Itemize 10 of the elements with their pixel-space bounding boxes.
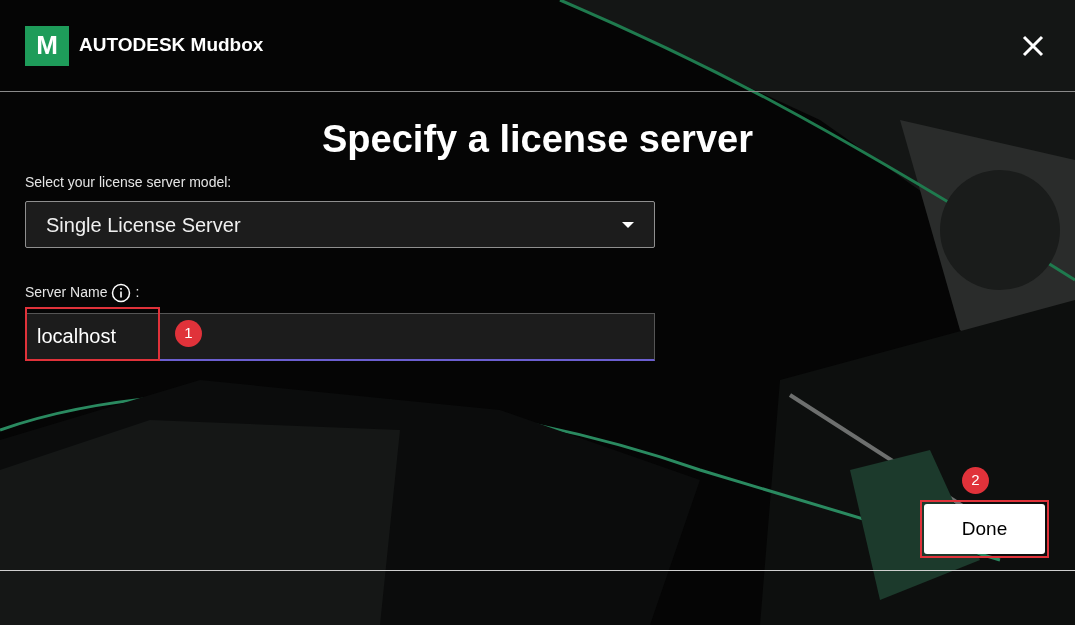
info-icon[interactable]: [111, 282, 132, 303]
model-dropdown[interactable]: Single License Server: [25, 201, 655, 248]
dialog-title: Specify a license server: [322, 117, 753, 162]
field-label-colon: :: [135, 283, 140, 302]
brand-name: AUTODESK Mudbox: [79, 33, 264, 58]
logo-icon: M: [25, 25, 69, 66]
field-label: Select your license server model:: [25, 173, 233, 192]
field-label: Server Name: [25, 283, 108, 302]
done-button[interactable]: Done: [924, 504, 1045, 554]
caret-icon: [622, 221, 634, 228]
